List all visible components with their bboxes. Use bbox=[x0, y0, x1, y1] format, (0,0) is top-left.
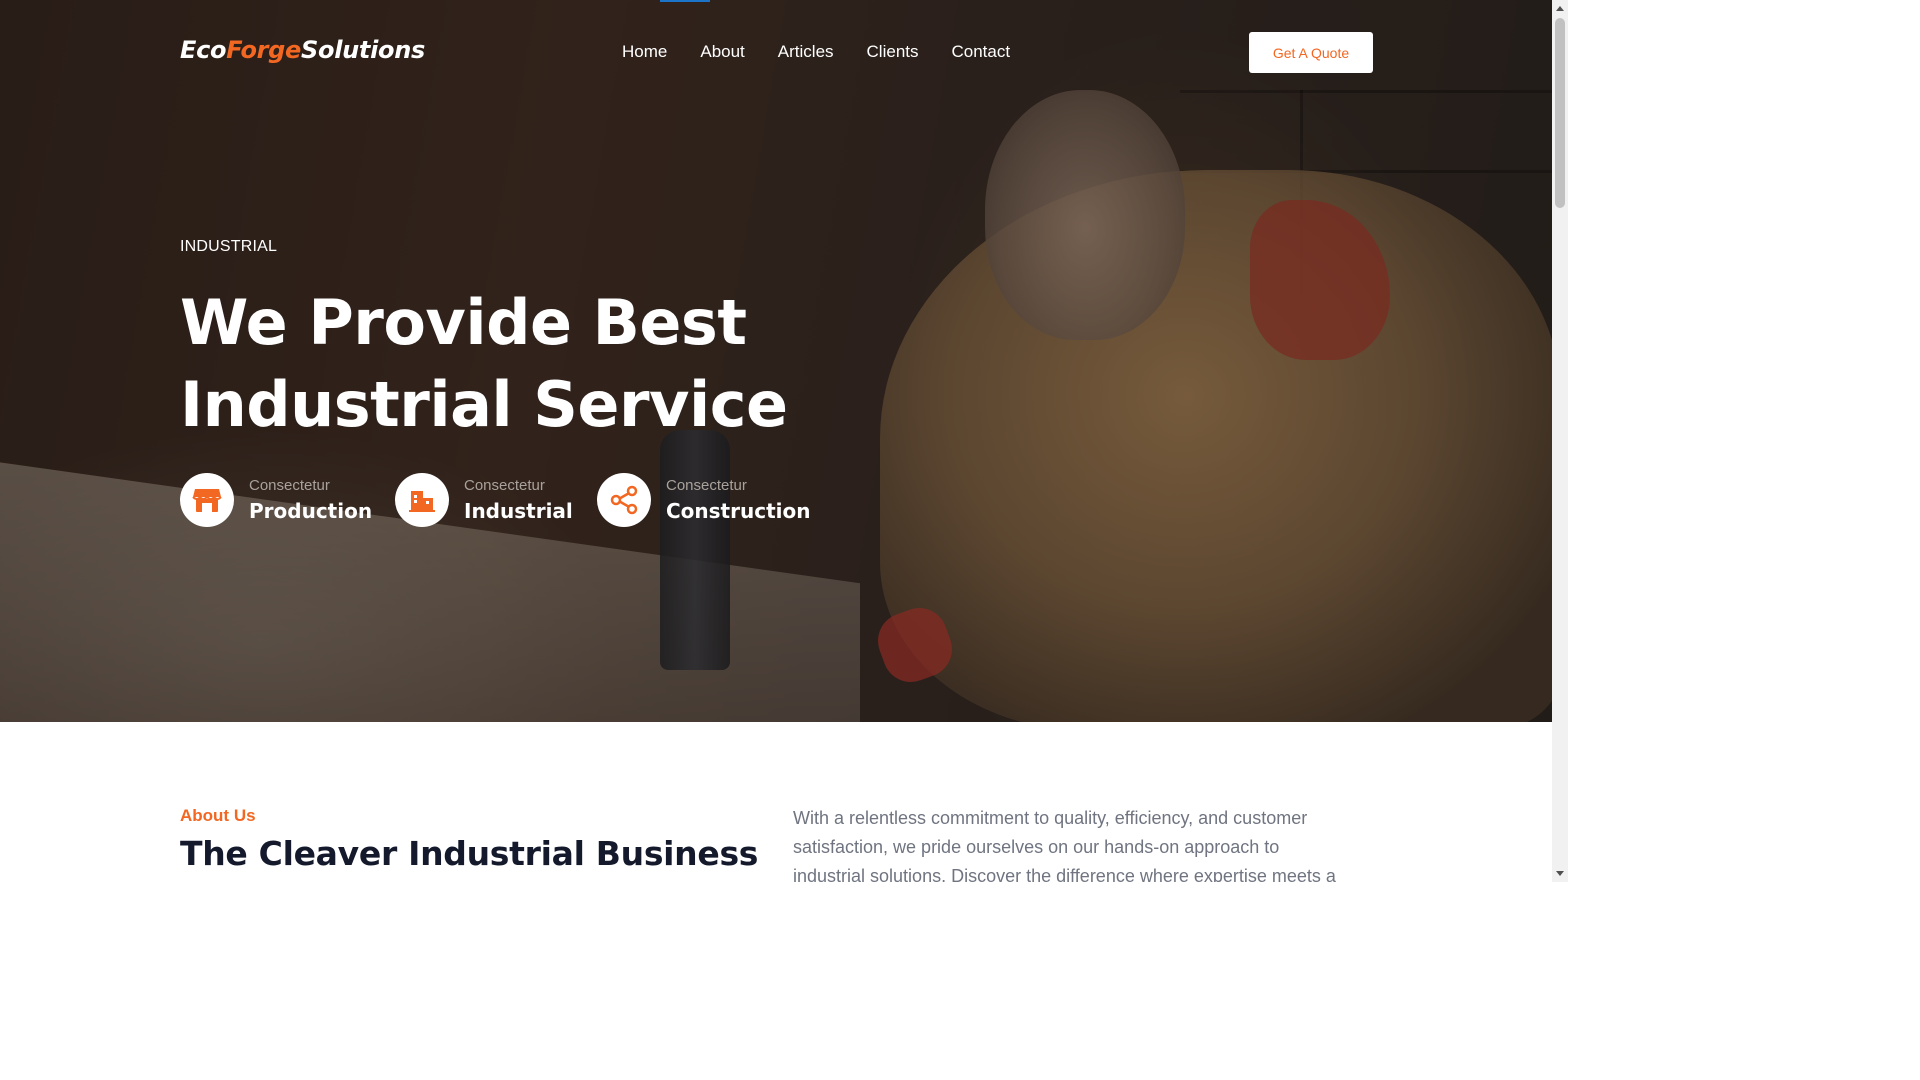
feature-production[interactable]: Consectetur Production bbox=[180, 473, 372, 527]
nav-link-articles[interactable]: Articles bbox=[778, 42, 834, 62]
feature-title: Construction bbox=[666, 498, 811, 523]
feature-title: Industrial bbox=[464, 498, 573, 523]
feature-kicker: Consectetur bbox=[249, 476, 330, 494]
feature-industrial[interactable]: Consectetur Industrial bbox=[395, 473, 573, 527]
scroll-up-arrow-icon[interactable] bbox=[1556, 6, 1564, 11]
page: EcoForgeSolutions Home About Articles Cl… bbox=[0, 0, 1568, 882]
about-description: With a relentless commitment to quality,… bbox=[793, 808, 1336, 882]
page-scrollbar[interactable] bbox=[1552, 0, 1568, 882]
hero-eyebrow: INDUSTRIAL bbox=[180, 238, 278, 255]
feature-title: Production bbox=[249, 498, 373, 523]
about-section: About Us The Cleaver Industrial Business… bbox=[0, 722, 1552, 882]
nav-link-home[interactable]: Home bbox=[622, 42, 667, 62]
hero-headline-line1: We Provide Best bbox=[180, 286, 747, 359]
scrollbar-thumb[interactable] bbox=[1555, 18, 1565, 208]
top-navigation: EcoForgeSolutions Home About Articles Cl… bbox=[0, 0, 1552, 106]
feature-kicker: Consectetur bbox=[666, 476, 747, 494]
about-tag: About Us bbox=[180, 806, 256, 825]
feature-construction[interactable]: Consectetur Construction bbox=[597, 473, 810, 527]
logo-text-forge: Forge bbox=[226, 36, 302, 64]
share-icon bbox=[597, 473, 651, 527]
hero-content: INDUSTRIAL We Provide Best Industrial Se… bbox=[180, 238, 900, 446]
about-title: The Cleaver Industrial Business bbox=[180, 834, 759, 873]
scroll-down-arrow-icon[interactable] bbox=[1556, 871, 1564, 876]
feature-kicker: Consectetur bbox=[464, 476, 545, 494]
nav-link-contact[interactable]: Contact bbox=[952, 42, 1011, 62]
storefront-icon bbox=[180, 473, 234, 527]
nav-link-about[interactable]: About bbox=[700, 42, 744, 62]
nav-active-indicator bbox=[660, 0, 710, 2]
nav-links: Home About Articles Clients Contact bbox=[622, 42, 1010, 62]
hero-headline: We Provide Best Industrial Service bbox=[180, 282, 900, 446]
logo-text-solutions: Solutions bbox=[301, 36, 425, 64]
get-a-quote-button[interactable]: Get A Quote bbox=[1249, 32, 1373, 73]
logo-text-eco: Eco bbox=[180, 36, 227, 64]
hero-headline-line2: Industrial Service bbox=[180, 368, 788, 441]
factory-icon bbox=[395, 473, 449, 527]
nav-link-clients[interactable]: Clients bbox=[867, 42, 919, 62]
site-logo[interactable]: EcoForgeSolutions bbox=[180, 36, 425, 64]
